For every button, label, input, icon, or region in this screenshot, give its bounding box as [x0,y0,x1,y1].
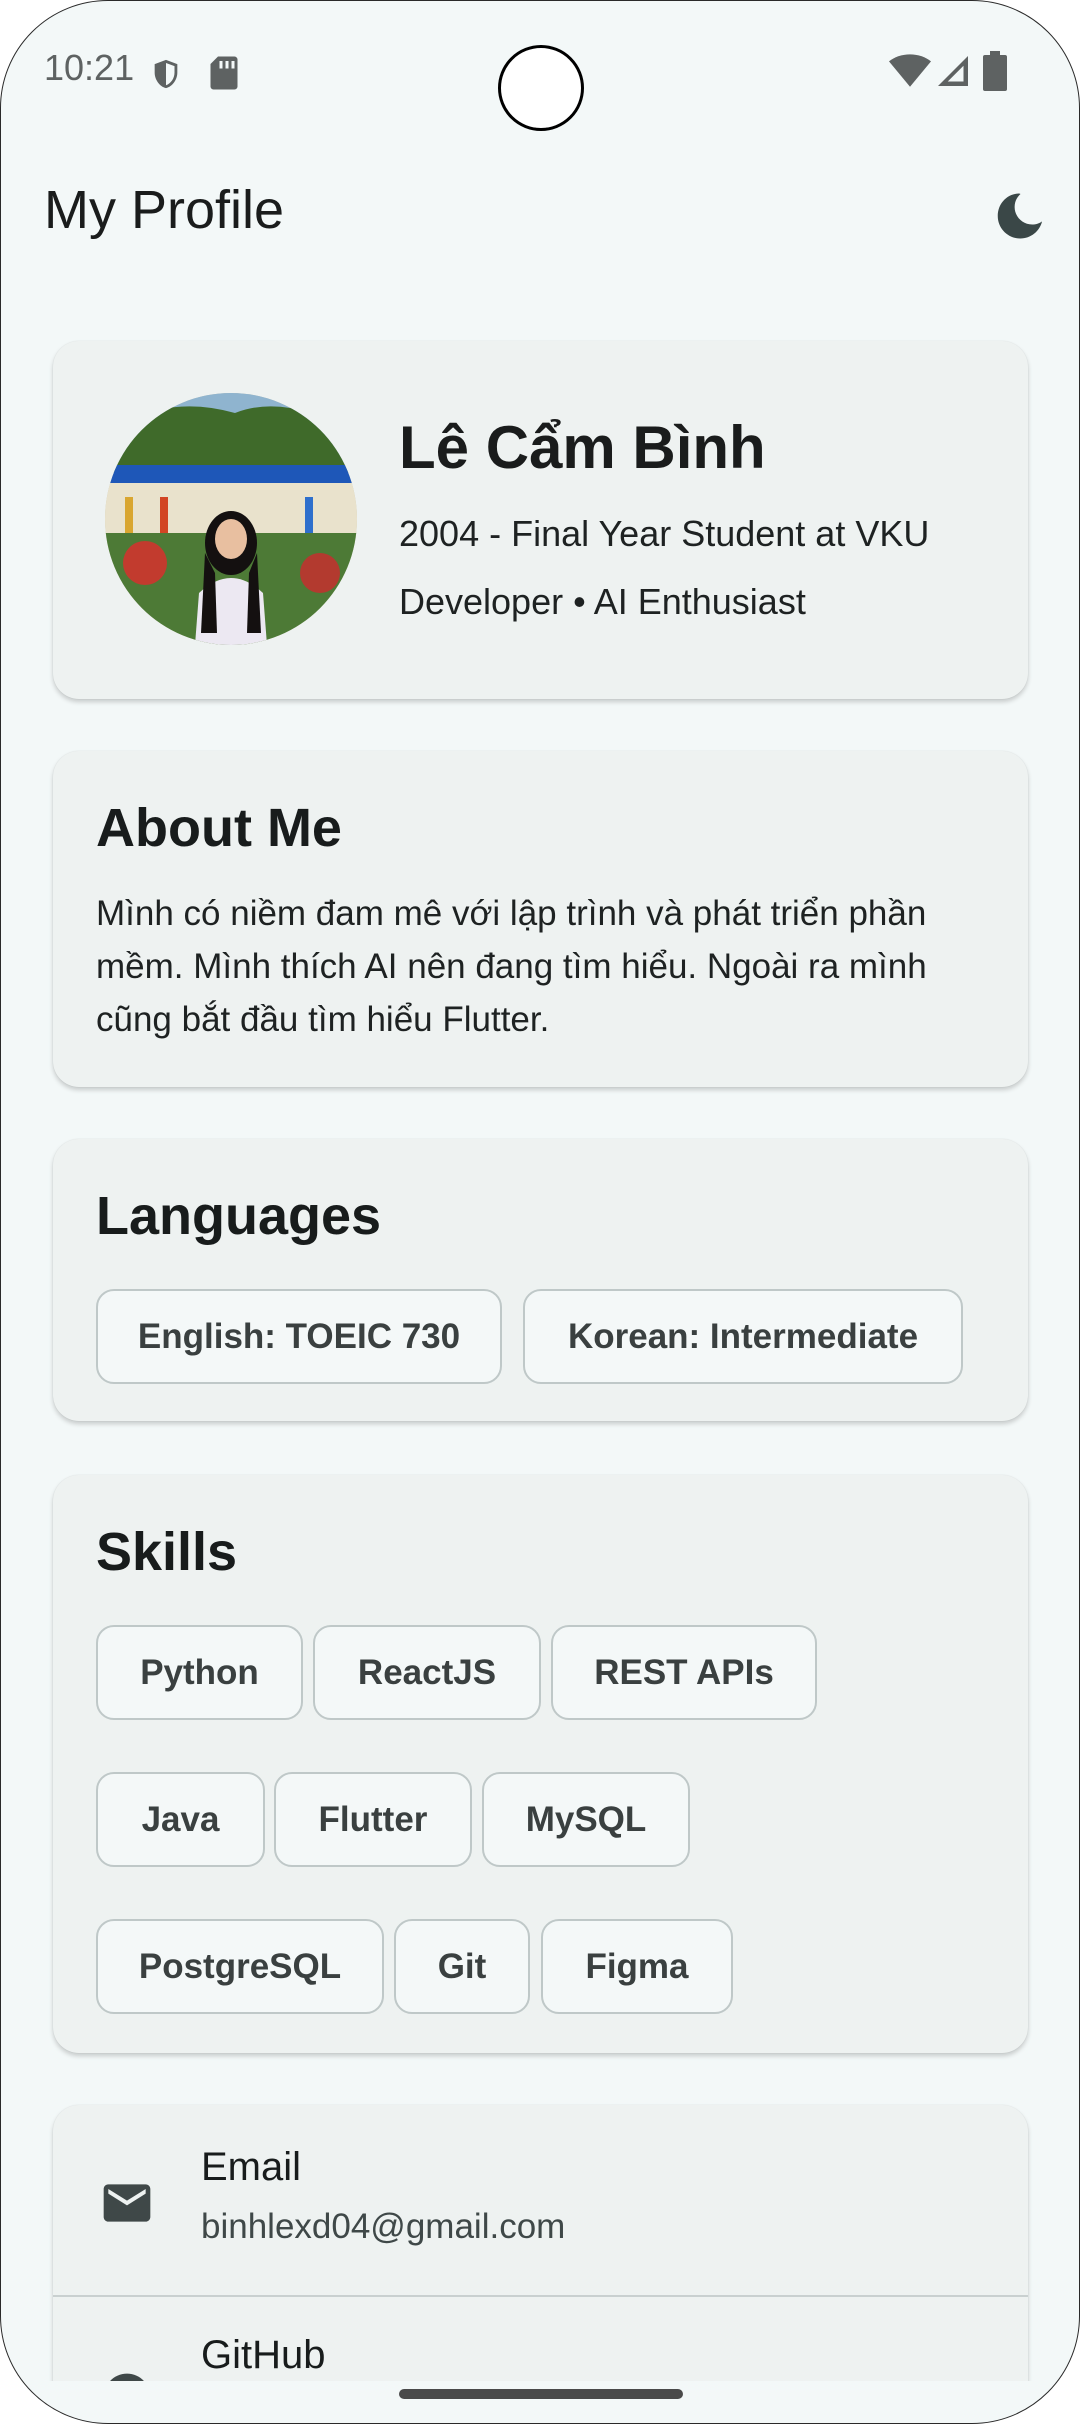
contacts-card: Email binhlexd04@gmail.com GitHub [53,2105,1028,2381]
status-time: 10:21 [44,47,135,88]
shield-icon [154,59,178,89]
languages-card: Languages English: TOEIC 730 Korean: Int… [53,1139,1028,1421]
skill-chip-postgresql[interactable]: PostgreSQL [96,1919,384,2014]
contact-row-github[interactable]: GitHub [53,2297,1028,2381]
profile-roles: Developer • AI Enthusiast [399,581,806,622]
about-title: About Me [96,798,342,858]
github-icon [110,2373,144,2381]
about-text: Mình có niềm đam mê với lập trình và phá… [96,894,927,1039]
contact-value: binhlexd04@gmail.com [201,2207,566,2246]
signal-icon [938,56,968,86]
contact-row-email[interactable]: Email binhlexd04@gmail.com [53,2105,1028,2295]
home-indicator[interactable] [399,2389,683,2399]
wifi-icon [889,54,931,87]
skill-chip-mysql[interactable]: MySQL [482,1772,690,1867]
device-screen: Lê Cẩm Bình 2004 - Final Year Student at… [0,0,1080,2424]
skill-chip-java[interactable]: Java [96,1772,265,1867]
contact-label: GitHub [201,2333,326,2377]
skill-chip-flutter[interactable]: Flutter [274,1772,472,1867]
battery-icon [983,51,1007,91]
status-bar: 10:21 [1,1,1079,141]
profile-name: Lê Cẩm Bình [399,414,766,481]
profile-subtitle: 2004 - Final Year Student at VKU [399,513,930,554]
moon-icon[interactable] [991,189,1045,243]
skill-chip-figma[interactable]: Figma [541,1919,733,2014]
skill-chip-python[interactable]: Python [96,1625,303,1720]
page-title: My Profile [44,180,285,240]
contact-label: Email [201,2145,302,2189]
skill-chip-git[interactable]: Git [394,1919,530,2014]
languages-title: Languages [96,1186,382,1246]
skill-chip-rest-apis[interactable]: REST APIs [551,1625,817,1720]
camera-cutout [498,45,584,131]
language-chip-english[interactable]: English: TOEIC 730 [96,1289,502,1384]
about-card: About Me Mình có niềm đam mê với lập trì… [53,751,1028,1087]
avatar [105,393,357,645]
sd-card-icon [210,56,238,90]
skill-chip-reactjs[interactable]: ReactJS [313,1625,541,1720]
skills-title: Skills [96,1522,238,1582]
language-chip-korean[interactable]: Korean: Intermediate [523,1289,963,1384]
mail-icon [103,2184,151,2222]
skills-card: Skills Python ReactJS REST APIs Java Flu… [53,1475,1028,2053]
profile-scroll-view[interactable]: Lê Cẩm Bình 2004 - Final Year Student at… [1,1,1079,2381]
profile-card: Lê Cẩm Bình 2004 - Final Year Student at… [53,341,1028,699]
